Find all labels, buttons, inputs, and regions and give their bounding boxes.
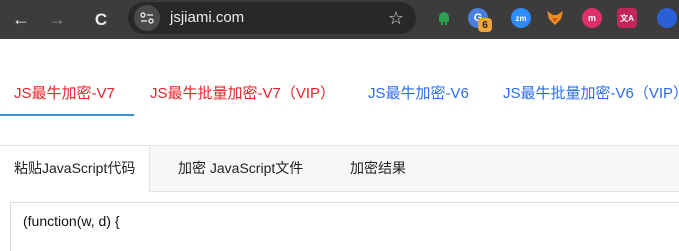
tab-encrypt-result[interactable]: 加密结果 — [350, 146, 406, 191]
m-icon[interactable]: m — [582, 8, 602, 28]
zoom-icon-label: zm — [515, 13, 527, 23]
reload-icon: C — [94, 9, 108, 29]
android-icon[interactable] — [434, 8, 454, 28]
zoom-icon[interactable]: zm — [511, 8, 531, 28]
code-line: (function(w, d) { — [23, 213, 120, 229]
site-info-button[interactable] — [134, 5, 160, 31]
encrypt-panel: 粘贴JavaScript代码 加密 JavaScript文件 加密结果 (fun… — [0, 145, 679, 251]
version-tabs: JS最牛加密-V7 JS最牛批量加密-V7（VIP） JS最牛加密-V6 JS最… — [0, 76, 679, 116]
bookmark-star-icon[interactable]: ☆ — [388, 7, 404, 29]
code-editor[interactable]: (function(w, d) { — [10, 202, 679, 251]
tune-icon — [140, 12, 154, 24]
back-arrow-icon: ← — [12, 9, 30, 29]
forward-arrow-icon: → — [48, 9, 66, 29]
translate-icon-label: 文A — [620, 13, 634, 23]
back-button[interactable]: ← — [6, 4, 36, 34]
tab-v6[interactable]: JS最牛加密-V6 — [368, 82, 469, 103]
tab-paste-code[interactable]: 粘贴JavaScript代码 — [0, 146, 151, 192]
forward-button[interactable]: → — [42, 4, 72, 34]
m-icon-label: m — [587, 13, 596, 23]
tab-v7-batch[interactable]: JS最牛批量加密-V7（VIP） — [150, 82, 335, 103]
browser-toolbar: ← → C jsjiami.com ☆ G 6 zm m 文A — [0, 0, 679, 39]
extension-icon-partial[interactable] — [657, 8, 677, 28]
reload-button[interactable]: C — [86, 4, 116, 34]
active-tab-indicator — [0, 114, 134, 116]
g-badge: 6 — [478, 18, 492, 32]
tab-v6-batch[interactable]: JS最牛批量加密-V6（VIP） — [503, 82, 679, 103]
fox-icon[interactable] — [545, 8, 565, 28]
panel-tabs: 粘贴JavaScript代码 加密 JavaScript文件 加密结果 — [0, 146, 679, 192]
g-icon[interactable]: G 6 — [468, 8, 492, 32]
address-bar[interactable]: jsjiami.com ☆ — [128, 2, 416, 34]
translate-icon[interactable]: 文A — [617, 8, 637, 28]
url-text: jsjiami.com — [170, 9, 245, 26]
tab-encrypt-file[interactable]: 加密 JavaScript文件 — [178, 146, 303, 191]
tab-v7[interactable]: JS最牛加密-V7 — [14, 82, 115, 103]
